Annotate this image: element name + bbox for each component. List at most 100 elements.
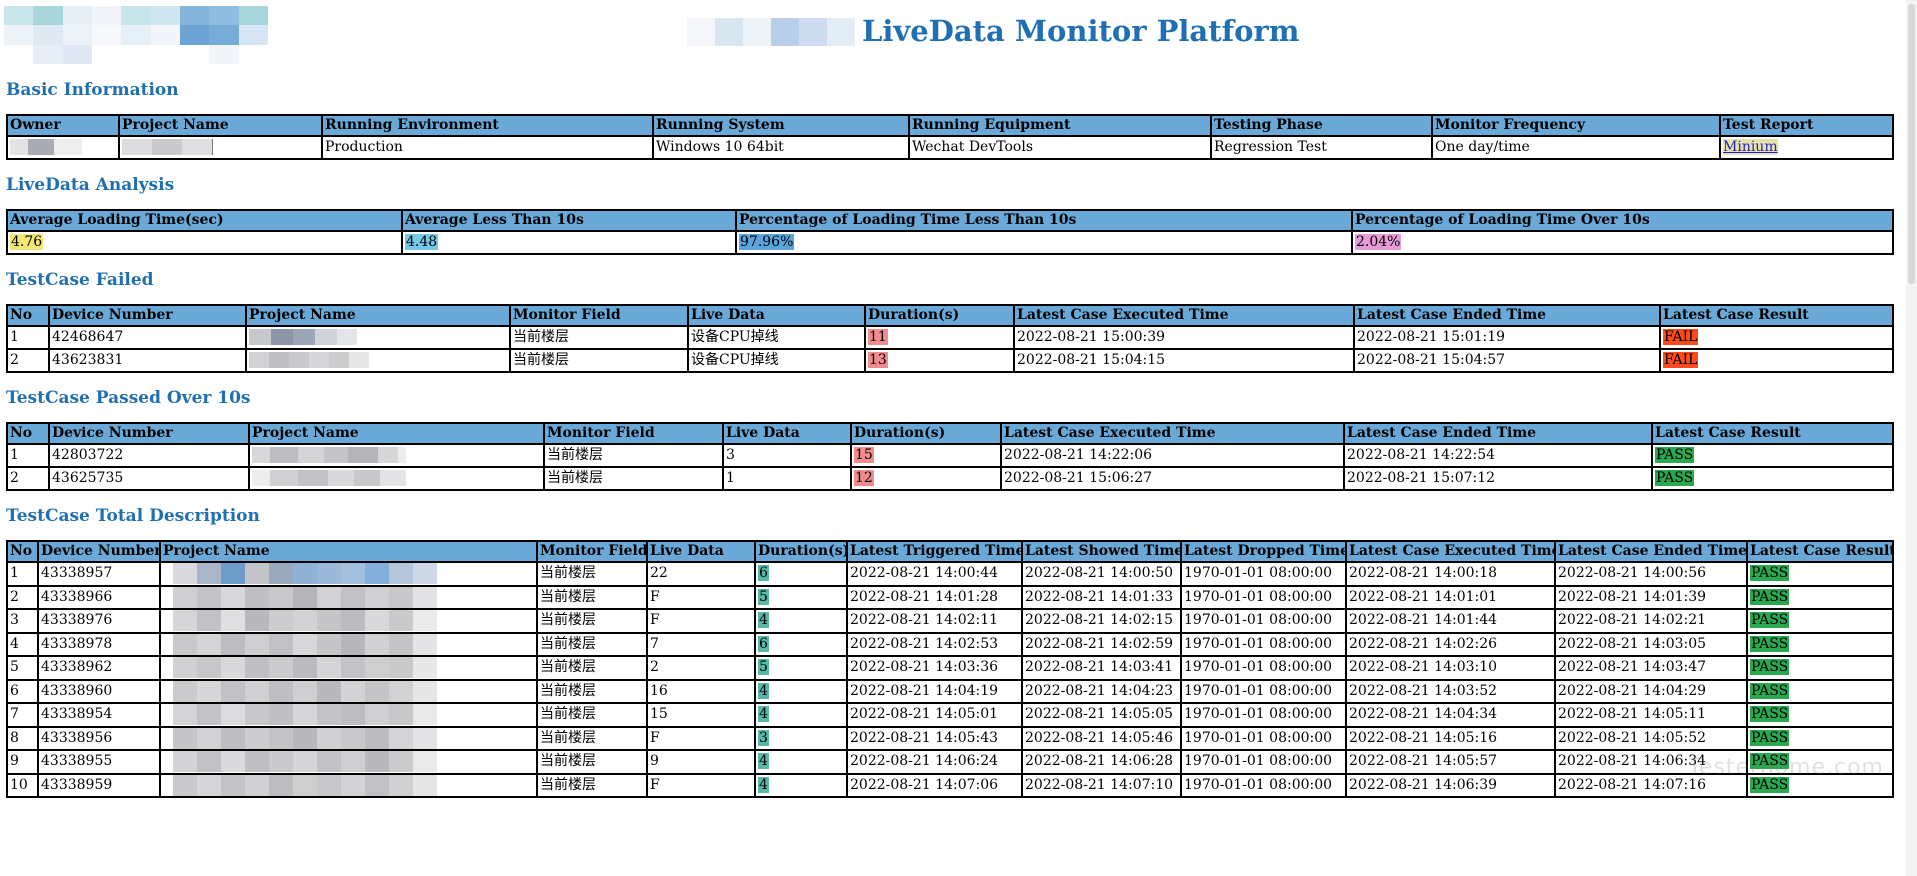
triggered-time-cell: 2022-08-21 14:05:43 xyxy=(846,725,1023,751)
device-number-cell: 43338955 xyxy=(37,749,161,775)
no-cell: 7 xyxy=(6,702,39,728)
showed-time-cell: 2022-08-21 14:01:33 xyxy=(1021,584,1182,610)
no-cell: 2 xyxy=(6,348,50,373)
triggered-time-cell: 2022-08-21 14:02:11 xyxy=(846,608,1023,634)
section-title-total: TestCase Total Description xyxy=(6,506,260,526)
scrollbar-thumb[interactable] xyxy=(1908,4,1915,284)
column-header: Latest Triggered Time xyxy=(846,540,1023,563)
redacted-project-name xyxy=(249,329,357,345)
monitor-field-cell: 当前楼层 xyxy=(536,749,648,775)
monitor-field-cell: 当前楼层 xyxy=(543,466,724,491)
result-cell: PASS xyxy=(1746,725,1894,751)
executed-time-cell: 2022-08-21 15:06:27 xyxy=(1000,466,1345,491)
dropped-time-cell: 1970-01-01 08:00:00 xyxy=(1180,608,1347,634)
live-data-cell: 设备CPU掉线 xyxy=(687,348,866,373)
live-data-cell: 22 xyxy=(646,561,756,587)
environment-cell: Production xyxy=(321,135,654,160)
column-header: Duration(s) xyxy=(754,540,848,563)
no-cell: 9 xyxy=(6,749,39,775)
duration-value: 4 xyxy=(758,612,769,629)
column-header: Testing Phase xyxy=(1210,114,1433,137)
vertical-scrollbar[interactable] xyxy=(1906,0,1917,876)
section-title-basic-info: Basic Information xyxy=(6,80,179,100)
result-cell: FAIL xyxy=(1659,325,1894,350)
project-name-cell xyxy=(248,466,545,491)
ended-time-cell: 2022-08-21 14:03:05 xyxy=(1554,631,1748,657)
executed-time-cell: 2022-08-21 14:04:34 xyxy=(1345,702,1556,728)
result-cell: FAIL xyxy=(1659,348,1894,373)
passed-over-table: No Device Number Project Name Monitor Fi… xyxy=(6,422,1894,491)
live-data-cell: F xyxy=(646,725,756,751)
dropped-time-cell: 1970-01-01 08:00:00 xyxy=(1180,631,1347,657)
project-name-cell xyxy=(159,725,538,751)
status-badge: PASS xyxy=(1655,470,1695,486)
duration-value: 11 xyxy=(868,329,888,345)
failed-table: No Device Number Project Name Monitor Fi… xyxy=(6,304,1894,373)
triggered-time-cell: 2022-08-21 14:02:53 xyxy=(846,631,1023,657)
table-row: 1 42803722 当前楼层 3 15 2022-08-21 14:22:06… xyxy=(6,443,1894,468)
live-data-cell: F xyxy=(646,772,756,798)
ended-time-cell: 2022-08-21 14:00:56 xyxy=(1554,561,1748,587)
executed-time-cell: 2022-08-21 14:00:18 xyxy=(1345,561,1556,587)
showed-time-cell: 2022-08-21 14:00:50 xyxy=(1021,561,1182,587)
project-name-cell xyxy=(159,749,538,775)
project-name-cell xyxy=(159,584,538,610)
duration-value: 6 xyxy=(758,565,769,582)
pct-over-cell: 2.04% xyxy=(1351,230,1894,255)
executed-time-cell: 2022-08-21 14:22:06 xyxy=(1000,443,1345,468)
showed-time-cell: 2022-08-21 14:03:41 xyxy=(1021,655,1182,681)
status-badge: PASS xyxy=(1750,682,1790,699)
table-row: 1 43338957 当前楼层 22 6 2022-08-21 14:00:44 2022-… xyxy=(6,561,1894,587)
monitor-field-cell: 当前楼层 xyxy=(543,443,724,468)
duration-value: 5 xyxy=(758,588,769,605)
project-name-cell xyxy=(248,443,545,468)
no-cell: 10 xyxy=(6,772,39,798)
device-number-cell: 42803722 xyxy=(48,443,250,468)
dropped-time-cell: 1970-01-01 08:00:00 xyxy=(1180,655,1347,681)
showed-time-cell: 2022-08-21 14:07:10 xyxy=(1021,772,1182,798)
test-report-link[interactable]: Minium xyxy=(1723,139,1778,155)
table-row: 1 42468647 当前楼层 设备CPU掉线 11 2022-08-21 15… xyxy=(6,325,1894,350)
triggered-time-cell: 2022-08-21 14:05:01 xyxy=(846,702,1023,728)
device-number-cell: 43338954 xyxy=(37,702,161,728)
ended-time-cell: 2022-08-21 15:04:57 xyxy=(1353,348,1661,373)
live-data-cell: 15 xyxy=(646,702,756,728)
table-header-row: No Device Number Project Name Monitor Fi… xyxy=(6,540,1894,563)
monitor-field-cell: 当前楼层 xyxy=(536,561,648,587)
duration-cell: 13 xyxy=(864,348,1015,373)
ended-time-cell: 2022-08-21 15:01:19 xyxy=(1353,325,1661,350)
column-header: Latest Dropped Time xyxy=(1180,540,1347,563)
table-header-row: No Device Number Project Name Monitor Fi… xyxy=(6,422,1894,445)
live-data-cell: 3 xyxy=(722,443,852,468)
project-name-cell xyxy=(245,348,511,373)
column-header: Live Data xyxy=(646,540,756,563)
no-cell: 1 xyxy=(6,561,39,587)
duration-value: 6 xyxy=(758,635,769,652)
monitor-field-cell: 当前楼层 xyxy=(536,655,648,681)
redacted-project-name xyxy=(173,563,437,584)
column-header: Device Number xyxy=(48,422,250,445)
executed-time-cell: 2022-08-21 14:01:44 xyxy=(1345,608,1556,634)
executed-time-cell: 2022-08-21 14:05:57 xyxy=(1345,749,1556,775)
duration-cell: 5 xyxy=(754,655,848,681)
project-name-cell xyxy=(159,772,538,798)
duration-cell: 4 xyxy=(754,749,848,775)
no-cell: 1 xyxy=(6,443,50,468)
dropped-time-cell: 1970-01-01 08:00:00 xyxy=(1180,561,1347,587)
project-name-cell xyxy=(118,135,323,160)
table-row: 4 43338978 当前楼层 7 6 2022-08-21 14:02:53 2022-0… xyxy=(6,631,1894,657)
dropped-time-cell: 1970-01-01 08:00:00 xyxy=(1180,772,1347,798)
duration-value: 4 xyxy=(758,706,769,723)
result-cell: PASS xyxy=(1746,655,1894,681)
column-header: Monitor Field xyxy=(509,304,689,327)
duration-value: 12 xyxy=(854,470,874,486)
column-header: Latest Case Executed Time xyxy=(1345,540,1556,563)
system-cell: Windows 10 64bit xyxy=(652,135,910,160)
triggered-time-cell: 2022-08-21 14:03:36 xyxy=(846,655,1023,681)
executed-time-cell: 2022-08-21 14:01:01 xyxy=(1345,584,1556,610)
section-title-failed: TestCase Failed xyxy=(6,270,154,290)
column-header: Percentage of Loading Time Less Than 10s xyxy=(735,209,1353,232)
frequency-cell: One day/time xyxy=(1431,135,1721,160)
column-header: Latest Showed Time xyxy=(1021,540,1182,563)
executed-time-cell: 2022-08-21 14:06:39 xyxy=(1345,772,1556,798)
